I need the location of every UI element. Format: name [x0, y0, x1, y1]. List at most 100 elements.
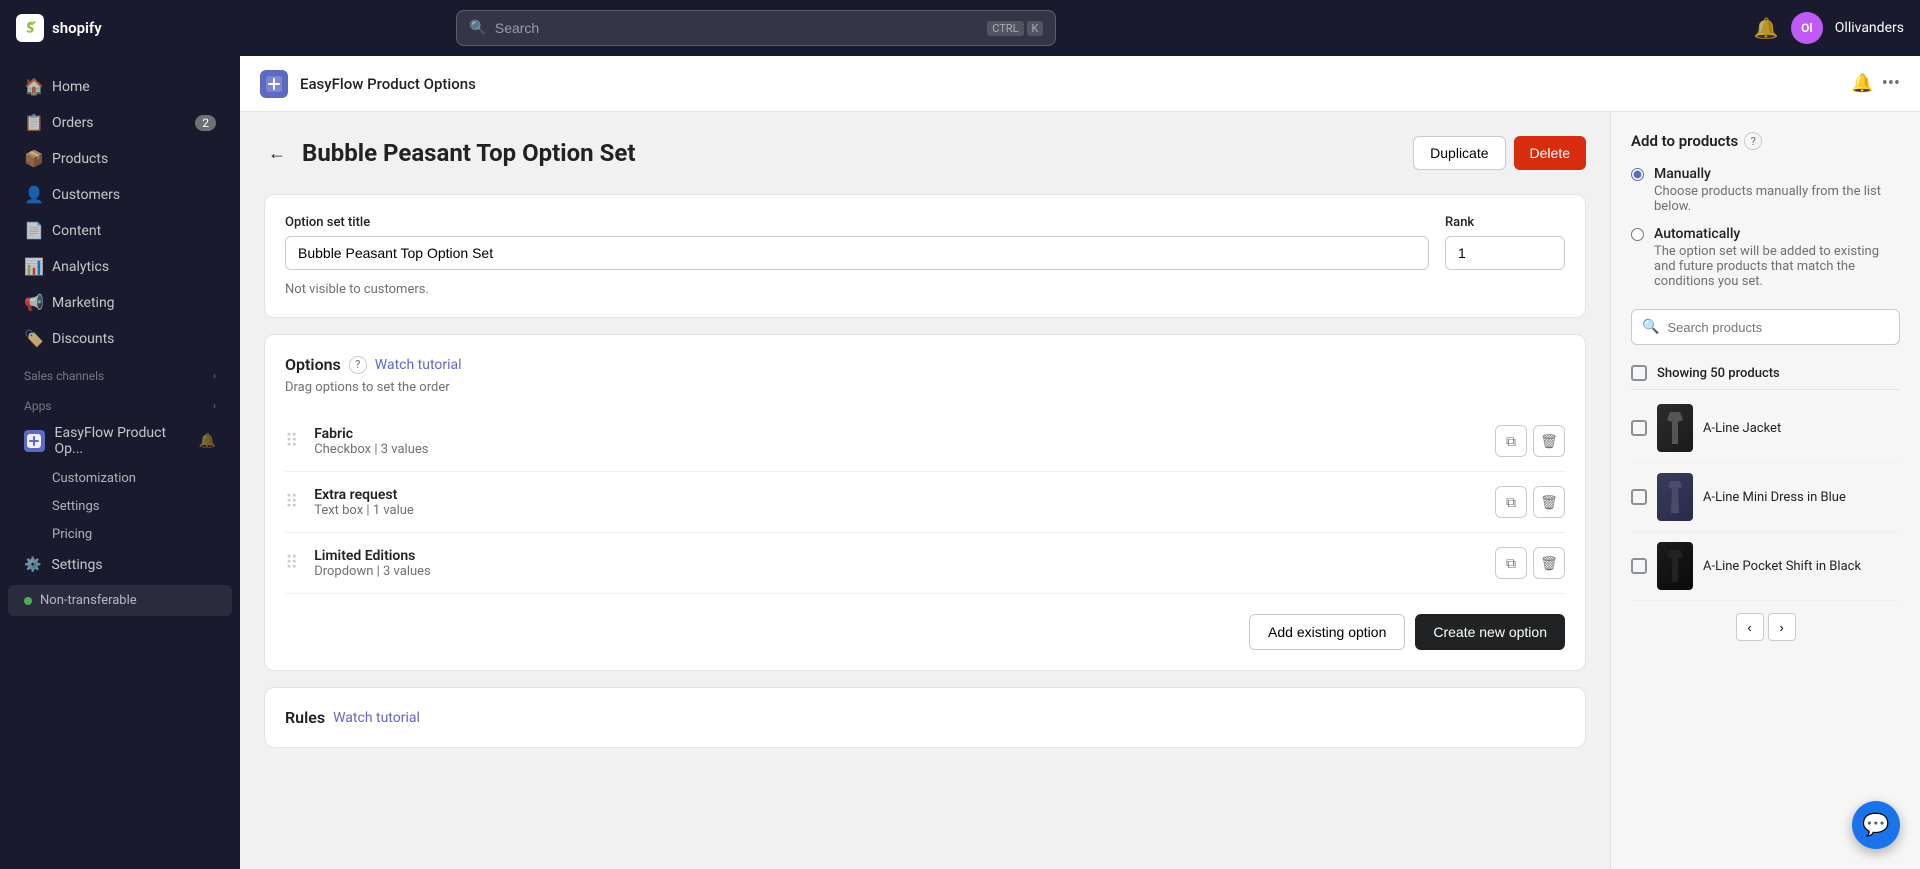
notification-bell-icon[interactable]: 🔔 — [1754, 16, 1779, 40]
sidebar-label-home: Home — [52, 79, 90, 95]
product-item-a-line-mini: A-Line Mini Dress in Blue — [1631, 463, 1900, 532]
copy-option-limited-editions-button[interactable]: ⧉ — [1495, 547, 1527, 579]
option-actions-extra-request: ⧉ 🗑 — [1495, 486, 1565, 518]
add-to-products-title: Add to products — [1631, 132, 1738, 150]
product-thumb-a-line-jacket — [1657, 404, 1693, 452]
apps-section: Apps › — [0, 387, 240, 417]
sidebar-item-customers[interactable]: 👤 Customers — [8, 177, 232, 212]
search-products-input[interactable] — [1667, 320, 1889, 335]
sidebar-label-customers: Customers — [52, 187, 120, 203]
search-products-icon: 🔍 — [1642, 319, 1659, 335]
watch-tutorial-link[interactable]: Watch tutorial — [375, 357, 462, 373]
copy-option-fabric-button[interactable]: ⧉ — [1495, 425, 1527, 457]
rank-label: Rank — [1445, 215, 1565, 230]
chat-button[interactable]: 💬 — [1852, 801, 1900, 849]
search-products-field[interactable]: 🔍 — [1631, 309, 1900, 345]
avatar-initials: Ol — [1801, 21, 1812, 35]
app-bar: EasyFlow Product Options 🔔 ••• — [240, 56, 1920, 112]
delete-button[interactable]: Delete — [1514, 136, 1586, 170]
sidebar-item-settings[interactable]: ⚙️ Settings — [8, 549, 232, 581]
add-to-products-help-icon[interactable]: ? — [1744, 132, 1762, 150]
sidebar-item-analytics[interactable]: 📊 Analytics — [8, 249, 232, 284]
product-item-a-line-pocket: A-Line Pocket Shift in Black — [1631, 532, 1900, 601]
main-content: EasyFlow Product Options 🔔 ••• ← Bubble … — [240, 56, 1920, 869]
prev-page-button[interactable]: ‹ — [1736, 613, 1764, 641]
copy-option-extra-request-button[interactable]: ⧉ — [1495, 486, 1527, 518]
shopify-logo[interactable]: shopify — [16, 14, 102, 42]
product-name-a-line-pocket: A-Line Pocket Shift in Black — [1703, 559, 1900, 574]
options-help-tooltip: ? — [355, 358, 360, 371]
home-icon: 🏠 — [24, 77, 42, 96]
sidebar-sub-pricing[interactable]: Pricing — [8, 521, 232, 548]
page-content: ← Bubble Peasant Top Option Set Duplicat… — [240, 112, 1920, 869]
pagination: ‹ › — [1631, 601, 1900, 641]
options-help-icon[interactable]: ? — [349, 356, 367, 374]
app-bar-more-icon[interactable]: ••• — [1882, 73, 1900, 94]
sidebar-sub-settings[interactable]: Settings — [8, 493, 232, 520]
option-row-extra-request: ⠿ Extra request Text box | 1 value ⧉ 🗑 — [285, 472, 1565, 533]
next-page-button[interactable]: › — [1768, 613, 1796, 641]
sidebar-item-content[interactable]: 📄 Content — [8, 213, 232, 248]
app-bar-icon — [260, 70, 288, 98]
duplicate-button[interactable]: Duplicate — [1413, 136, 1505, 170]
product-checkbox-a-line-jacket[interactable] — [1631, 420, 1647, 436]
sidebar-item-home[interactable]: 🏠 Home — [8, 69, 232, 104]
sales-channels-chevron-icon[interactable]: › — [213, 371, 216, 382]
sidebar-item-orders[interactable]: 📋 Orders 2 — [8, 105, 232, 140]
avatar[interactable]: Ol — [1791, 12, 1823, 44]
option-name-extra-request: Extra request — [314, 487, 1483, 503]
delete-option-extra-request-button[interactable]: 🗑 — [1533, 486, 1565, 518]
product-name-a-line-jacket: A-Line Jacket — [1703, 421, 1900, 436]
drag-handle-extra-request-icon[interactable]: ⠿ — [285, 492, 298, 513]
add-to-products-header: Add to products ? — [1631, 132, 1900, 150]
products-icon: 📦 — [24, 149, 42, 168]
add-existing-option-button[interactable]: Add existing option — [1249, 614, 1405, 650]
option-meta-limited-editions: Dropdown | 3 values — [314, 564, 1483, 579]
sidebar-item-easyflow[interactable]: EasyFlow Product Op... 🔔 — [8, 418, 232, 464]
shortcut-key-ctrl: CTRL — [987, 21, 1023, 36]
option-name-limited-editions: Limited Editions — [314, 548, 1483, 564]
customers-icon: 👤 — [24, 185, 42, 204]
form-row: Option set title Not visible to customer… — [285, 215, 1565, 297]
sidebar-item-products[interactable]: 📦 Products — [8, 141, 232, 176]
create-new-option-button[interactable]: Create new option — [1415, 614, 1565, 650]
global-search[interactable]: 🔍 CTRL K — [456, 10, 1056, 46]
sidebar-sub-customization[interactable]: Customization — [8, 465, 232, 492]
radio-manually-content: Manually Choose products manually from t… — [1654, 166, 1900, 214]
app-bar-bell-icon[interactable]: 🔔 — [1851, 73, 1873, 94]
sidebar-item-marketing[interactable]: 📢 Marketing — [8, 285, 232, 320]
search-input[interactable] — [495, 20, 979, 36]
rank-input[interactable] — [1445, 236, 1565, 270]
product-thumb-a-line-mini — [1657, 473, 1693, 521]
delete-option-limited-editions-button[interactable]: 🗑 — [1533, 547, 1565, 579]
product-checkbox-a-line-pocket[interactable] — [1631, 558, 1647, 574]
product-checkbox-a-line-mini[interactable] — [1631, 489, 1647, 505]
radio-manually-input[interactable] — [1631, 168, 1644, 181]
sidebar-label-content: Content — [52, 223, 101, 239]
option-set-form-card: Option set title Not visible to customer… — [264, 194, 1586, 318]
apps-label: Apps — [24, 399, 52, 413]
select-all-checkbox[interactable] — [1631, 365, 1647, 381]
add-to-products-tooltip: ? — [1751, 135, 1756, 148]
radio-option-manually: Manually Choose products manually from t… — [1631, 166, 1900, 214]
sidebar-label-analytics: Analytics — [52, 259, 109, 275]
non-transferable-dot-icon — [24, 597, 32, 605]
options-card: Options ? Watch tutorial Drag options to… — [264, 334, 1586, 671]
option-info-limited-editions: Limited Editions Dropdown | 3 values — [314, 548, 1483, 579]
back-button[interactable]: ← — [264, 139, 290, 168]
sidebar: 🏠 Home 📋 Orders 2 📦 Products 👤 Customers… — [0, 56, 240, 869]
drag-handle-limited-editions-icon[interactable]: ⠿ — [285, 553, 298, 574]
apps-chevron-icon[interactable]: › — [213, 401, 216, 412]
drag-handle-fabric-icon[interactable]: ⠿ — [285, 431, 298, 452]
easyflow-bell-icon[interactable]: 🔔 — [199, 433, 216, 449]
rules-watch-tutorial-link[interactable]: Watch tutorial — [333, 710, 420, 726]
delete-option-fabric-button[interactable]: 🗑 — [1533, 425, 1565, 457]
rules-header: Rules Watch tutorial — [285, 708, 1565, 727]
nav-right: 🔔 Ol Ollivanders — [1754, 12, 1904, 44]
analytics-icon: 📊 — [24, 257, 42, 276]
sidebar-item-discounts[interactable]: 🏷️ Discounts — [8, 321, 232, 356]
option-set-title-input[interactable] — [285, 236, 1429, 270]
radio-automatically-input[interactable] — [1631, 228, 1644, 241]
option-info-extra-request: Extra request Text box | 1 value — [314, 487, 1483, 518]
radio-manually-label: Manually — [1654, 166, 1900, 182]
